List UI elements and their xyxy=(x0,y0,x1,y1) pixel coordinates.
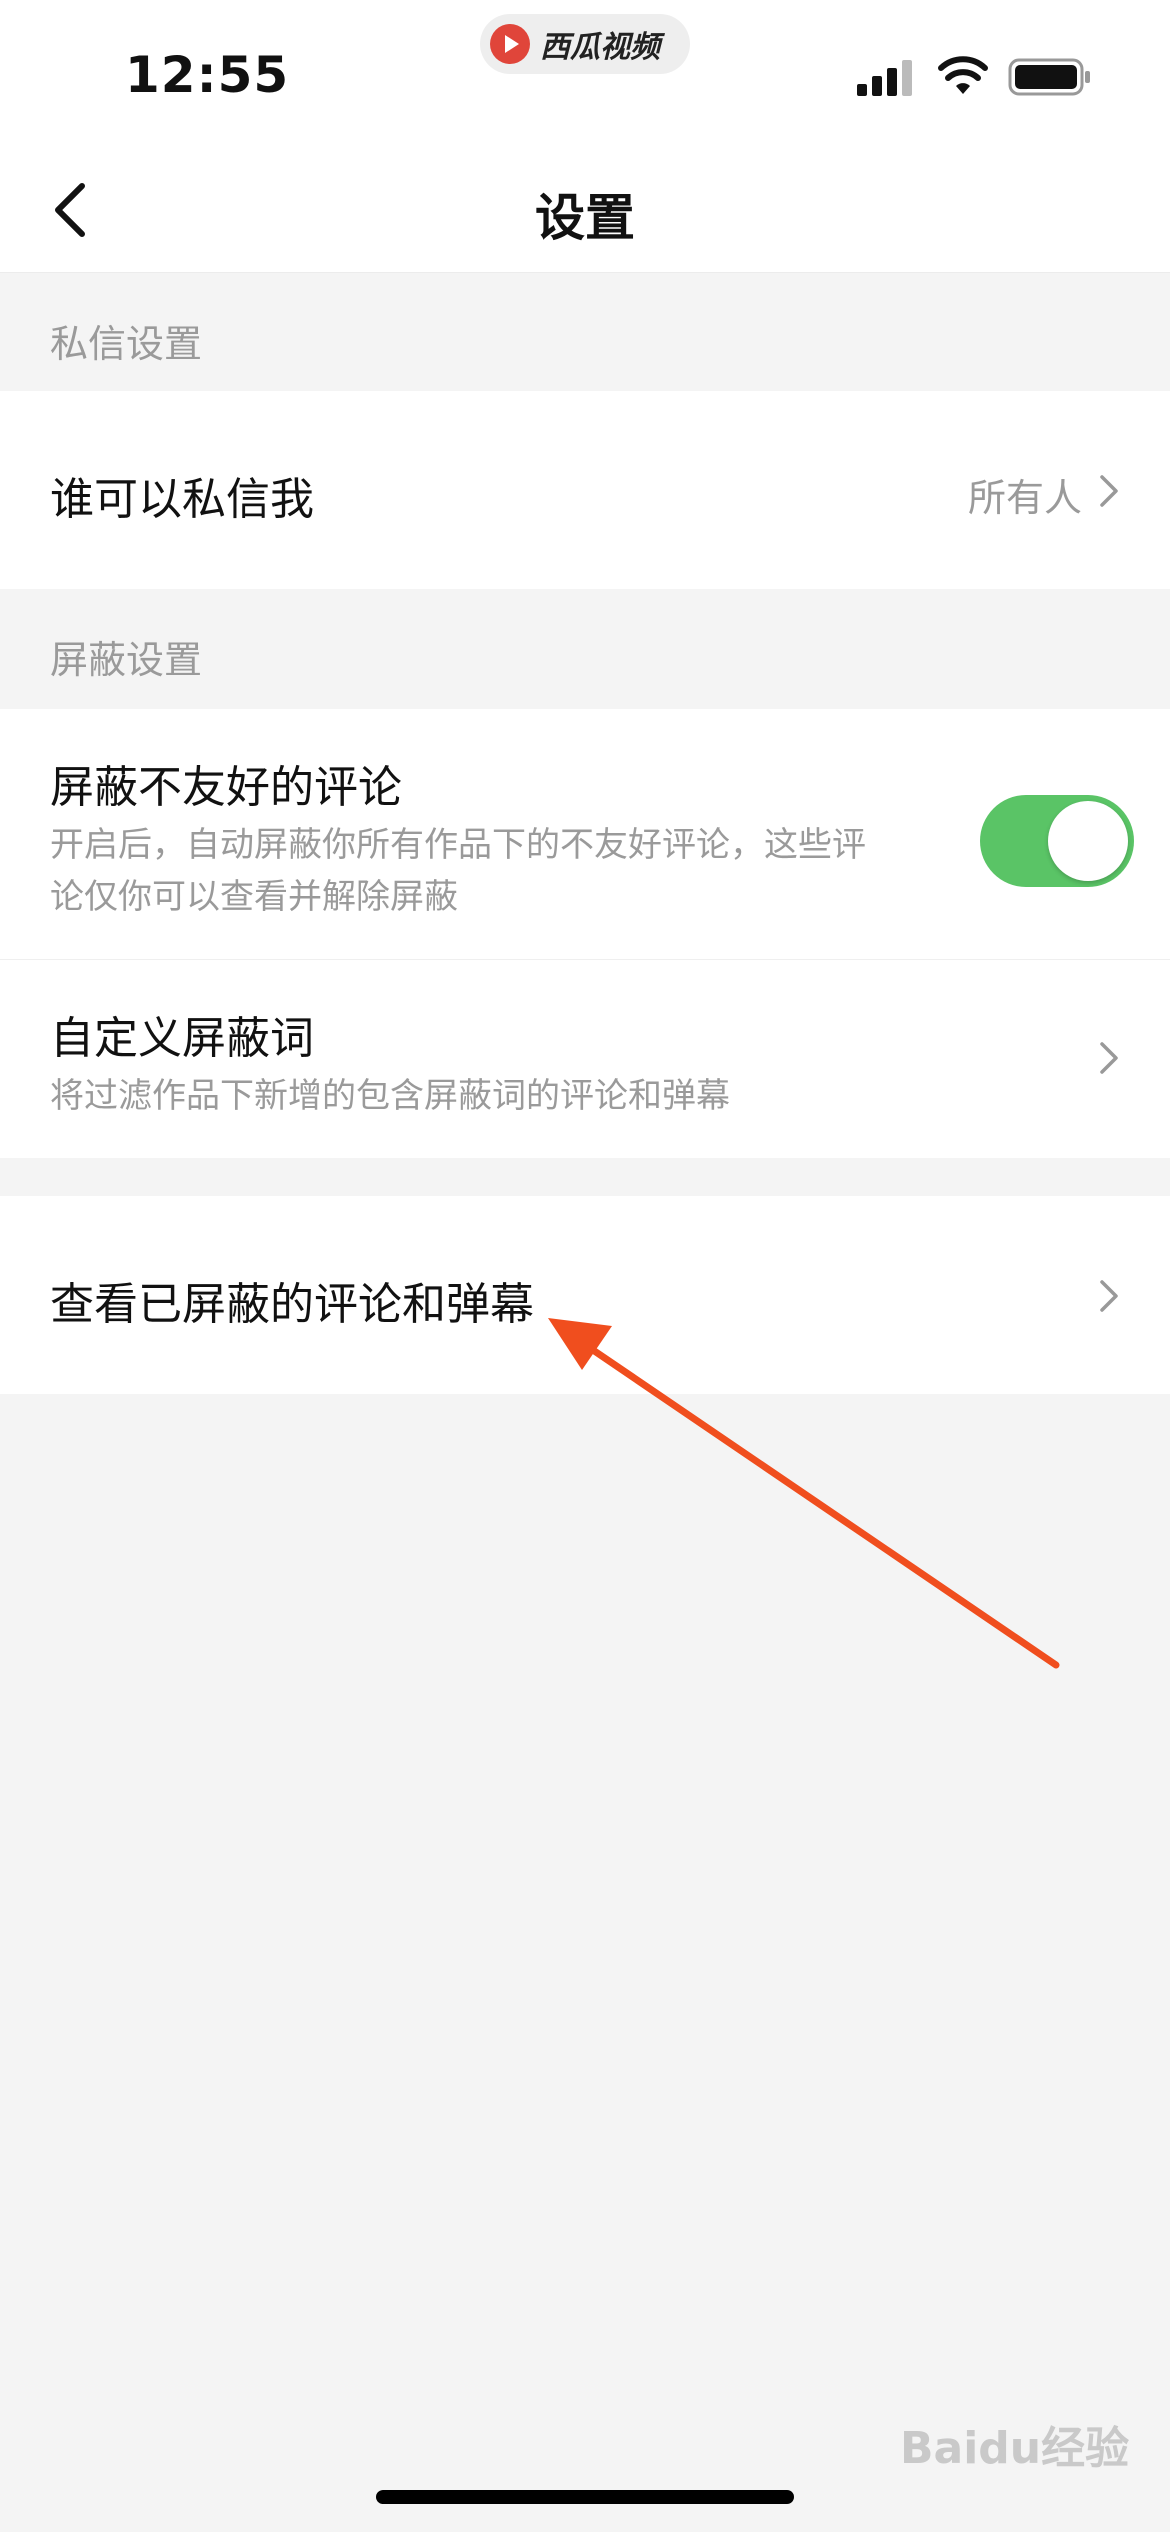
navigation-bar: 设置 xyxy=(0,140,1170,273)
xigua-logo-icon xyxy=(490,24,530,64)
chevron-right-icon xyxy=(1100,1042,1118,1074)
home-indicator[interactable] xyxy=(376,2490,794,2504)
section-header-private-message: 私信设置 xyxy=(0,273,1170,391)
cell-value: 所有人 xyxy=(967,476,1082,520)
page-title: 设置 xyxy=(535,189,635,247)
cell-label: 查看已屏蔽的评论和弹幕 xyxy=(50,1279,534,1330)
section-header-label: 屏蔽设置 xyxy=(50,638,203,682)
cell-who-can-message[interactable]: 谁可以私信我 所有人 xyxy=(0,391,1170,589)
wifi-icon xyxy=(938,56,988,94)
section-header-label: 私信设置 xyxy=(50,322,203,366)
cell-custom-block-words[interactable]: 自定义屏蔽词 将过滤作品下新增的包含屏蔽词的评论和弹幕 xyxy=(0,960,1170,1158)
cell-label: 屏蔽不友好的评论 xyxy=(50,762,402,813)
chevron-right-icon xyxy=(1100,1280,1118,1312)
app-name: 西瓜视频 xyxy=(540,30,660,65)
app-indicator-pill[interactable]: 西瓜视频 xyxy=(480,14,690,74)
cell-description-line2: 论仅你可以查看并解除屏蔽 xyxy=(50,877,458,917)
cell-description: 将过滤作品下新增的包含屏蔽词的评论和弹幕 xyxy=(50,1076,730,1116)
block-unfriendly-toggle[interactable] xyxy=(980,795,1134,887)
cell-label: 谁可以私信我 xyxy=(50,474,314,525)
cell-description-line1: 开启后，自动屏蔽你所有作品下的不友好评论，这些评 xyxy=(50,825,866,865)
toggle-knob xyxy=(1048,801,1128,881)
cell-block-unfriendly-comments: 屏蔽不友好的评论 开启后，自动屏蔽你所有作品下的不友好评论，这些评 论仅你可以查… xyxy=(0,709,1170,959)
chevron-right-icon xyxy=(1100,475,1118,507)
status-time: 12:55 xyxy=(125,46,290,104)
section-header-block: 屏蔽设置 xyxy=(0,589,1170,709)
cellular-signal-icon xyxy=(857,60,912,96)
cell-label: 自定义屏蔽词 xyxy=(50,1013,314,1064)
baidu-watermark: Baidu经验 xyxy=(900,2423,1130,2474)
status-bar: 12:55 西瓜视频 xyxy=(0,0,1170,140)
cell-view-blocked[interactable]: 查看已屏蔽的评论和弹幕 xyxy=(0,1196,1170,1394)
battery-icon xyxy=(1008,58,1090,96)
